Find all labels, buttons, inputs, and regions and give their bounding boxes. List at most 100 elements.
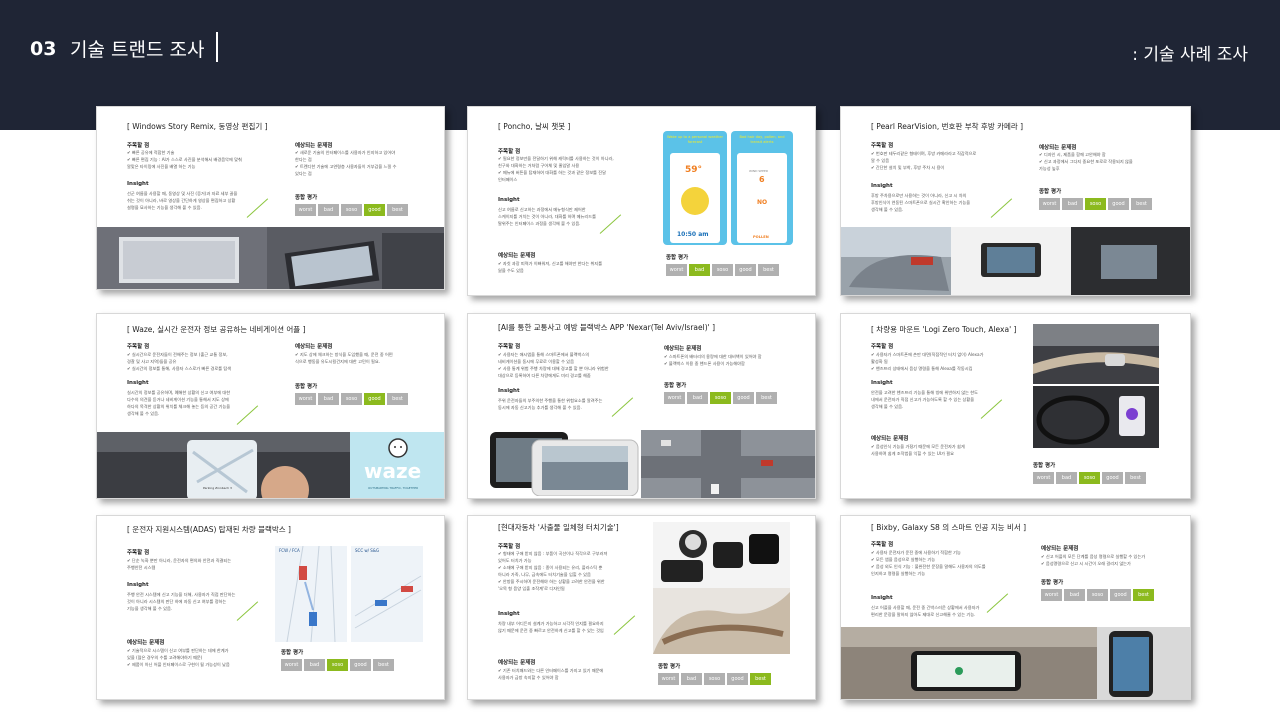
insight-text: 실시간의 정보를 공유하며, 예해한 상황의 신고 여부에 대한 다수의 의견을… xyxy=(127,390,231,416)
rating-best: best xyxy=(387,393,408,405)
focus-text: ✔ 사용자는 애시앱을 통해 스마트폰에서 블랙박스의 네비게이션을 동시에 무… xyxy=(498,352,609,378)
focus-text: ✔ 사용자 운전자가 운전 중에 사용하기 적합한 기능 ✔ 모든 앱을 음성으… xyxy=(871,550,986,576)
rating-heading: 종합 평가 xyxy=(666,255,689,261)
adas-diagram: FCW / FCA SCC w/ S&G xyxy=(275,546,423,642)
issues-heading: 예상되는 문제점 xyxy=(127,640,165,646)
insight-heading: Insight xyxy=(871,183,893,189)
rating-bar: worst bad soso good best xyxy=(1033,472,1146,484)
rating-best: best xyxy=(387,204,408,216)
focus-text: ✔ 실시간으로 운전자들이 전해주는 정보 (출근 교통 정보, 경찰 및 사고… xyxy=(127,352,232,371)
rating-worst: worst xyxy=(295,393,316,405)
phone-caption: Wake up to a personal weather forecast xyxy=(666,135,724,144)
insight-text: 선군 여름을 사용할 때, 동영상 및 사진 (증거)과 자료 세부 끌을 쉬는… xyxy=(127,191,238,210)
rating-best: best xyxy=(373,659,394,671)
issues-heading: 예상되는 문제점 xyxy=(498,660,536,666)
diagram-label-scc: SCC w/ S&G xyxy=(355,548,380,553)
rating-worst: worst xyxy=(658,673,679,685)
card-bixby: [ Bixby, Galaxy S8 의 스마트 인공 지능 비서 ] 주목할 … xyxy=(840,515,1191,700)
card-title: [ Pearl RearVision, 번호판 부착 후방 카메라 ] xyxy=(871,122,1024,131)
issues-text: ✔ 기존 터치패드와는 다른 인터페이스를 가지고 있기 때문에 사용자가 금방… xyxy=(498,668,604,680)
rating-good: good xyxy=(733,392,754,404)
phone-caption: Bad hair day, pollen, and transit alerts xyxy=(739,135,785,144)
rating-soso: soso xyxy=(704,673,725,685)
rating-bar: worst bad soso good best xyxy=(281,659,394,671)
issues-heading: 예상되는 문제점 xyxy=(664,346,702,352)
issues-heading: 예상되는 문제점 xyxy=(295,143,333,149)
card-nexar: [AI를 통한 교통사고 예방 블랙박스 APP 'Nexar(Tel Aviv… xyxy=(467,313,816,499)
rating-best: best xyxy=(758,264,779,276)
insight-heading: Insight xyxy=(127,181,149,187)
rating-bad: bad xyxy=(689,264,710,276)
rating-best: best xyxy=(750,673,771,685)
page-title: 기술 트랜드 조사 xyxy=(70,39,205,61)
intersection-aerial-photo xyxy=(641,430,815,498)
section-number: 03 xyxy=(30,38,57,60)
rating-bad: bad xyxy=(1062,198,1083,210)
rating-worst: worst xyxy=(1041,589,1062,601)
insight-text: 신고 여름로 신고하는 과정에서 메뉴형식만 제어한 스케이지를 거치는 것이 … xyxy=(498,207,596,226)
insight-heading: Insight xyxy=(127,582,149,588)
issues-text: ✔ 기술적으로 시스템이 신고 여부를 판단하는 데에 한계가 있을 (많은 경… xyxy=(127,648,230,667)
issues-text: ✔ 자칫 과장 피력가 이뻐워져, 신고를 해야만 한다는 취지를 잃을 수도 … xyxy=(498,261,603,273)
rating-good: good xyxy=(364,204,385,216)
rating-bar: worst bad soso good best xyxy=(295,204,408,216)
insight-heading: Insight xyxy=(871,595,893,601)
insight-heading: Insight xyxy=(498,611,520,617)
rating-soso: soso xyxy=(1087,589,1108,601)
insight-text: 주위 운전자들의 부주의한 주행을 통한 위험요소를 알려주는 동시에 자동 신… xyxy=(498,398,603,410)
rating-heading: 종합 평가 xyxy=(281,650,304,656)
focus-heading: 주목할 점 xyxy=(871,143,894,149)
focus-heading: 주목할 점 xyxy=(498,344,521,350)
car-mount-photos xyxy=(1033,324,1159,448)
focus-text: ✔ 번호판 테두리같은 형태이며, 후방 카메라라고 직감적으로 알 수 있음 … xyxy=(871,151,977,170)
insight-text: 차량 내부 어디든지 설계가 가능하고 시각적 인지를 필요하지 않기 때문에 … xyxy=(498,621,604,633)
waze-phone-photo: Parking Zinnbach 3 xyxy=(97,432,350,498)
issues-text: ✔ 지도 상에 체크하는 방식을 도입했을 때, 운전 중 어떤 식으로 행동을… xyxy=(295,352,393,364)
waze-logo-panel: waze OUTSMARTING TRAFFIC, TOGETHER xyxy=(350,432,444,498)
focus-text: ✔ 단순 녹화 뿐만 아니라, 운전자의 편의와 안전과 직결되는 주행안전 시… xyxy=(127,558,232,570)
rating-worst: worst xyxy=(295,204,316,216)
rating-soso: soso xyxy=(1079,472,1100,484)
rating-heading: 종합 평가 xyxy=(1041,580,1064,586)
rating-bad: bad xyxy=(1064,589,1085,601)
rating-bad: bad xyxy=(304,659,325,671)
rating-worst: worst xyxy=(666,264,687,276)
focus-text: ✔ 형태에 구애 받지 않음 : 부품이 곡선이나 직각으로 구부러져 있어도 … xyxy=(498,551,608,591)
rating-heading: 종합 평가 xyxy=(1039,189,1062,195)
focus-heading: 주목할 점 xyxy=(498,149,521,155)
card-pearl-rearvision: [ Pearl RearVision, 번호판 부착 후방 카메라 ] 주목할 … xyxy=(840,106,1191,296)
nexar-phones-photo xyxy=(488,430,640,496)
issues-text: ✔ 음성인식 기능을 가졌기 때문에 모든 운전자가 쉽게 사용하며 쉽게 조작… xyxy=(871,444,965,456)
touch-interior-photos xyxy=(653,522,790,654)
card-title: [ 차량용 마운트 'Logi Zero Touch, Alexa' ] xyxy=(871,325,1017,334)
insight-heading: Insight xyxy=(127,380,149,386)
rating-good: good xyxy=(364,393,385,405)
insight-heading: Insight xyxy=(498,388,520,394)
wind-speed: 6 xyxy=(759,175,765,184)
card-poncho: [ Poncho, 날씨 챗봇 ] 주목할 점 ✔ 필요한 정보만을 전달하기 … xyxy=(467,106,816,296)
card-title: [ 운전자 지원시스템(ADAS) 탑재된 차량 블랙박스 ] xyxy=(127,525,291,534)
insight-text: 주행 안전 시스템에 신고 기능을 더해, 사용자가 직접 판단하는 것이 아니… xyxy=(127,592,236,611)
rating-soso: soso xyxy=(341,204,362,216)
rating-heading: 종합 평가 xyxy=(664,383,687,389)
rating-worst: worst xyxy=(1039,198,1060,210)
rating-good: good xyxy=(735,264,756,276)
title-divider xyxy=(216,32,218,62)
rating-best: best xyxy=(1133,589,1154,601)
focus-text: ✔ 필요한 정보만을 전달하기 위해 캐릭터를 사용하는 것이 아니라, 친구와… xyxy=(498,156,614,182)
insight-text: 안전을 고려한 핸즈프리 기능을 통해 빙에 위반하지 않는 한도 내에서 운전… xyxy=(871,390,978,409)
focus-heading: 주목할 점 xyxy=(871,542,894,548)
card-hyundai-touch: [현대자동차 '사출물 일체형 터치기술'] 주목할 점 ✔ 형태에 구애 받지… xyxy=(467,515,816,700)
rating-good: good xyxy=(727,673,748,685)
time: 10:50 am xyxy=(677,231,709,238)
rating-soso: soso xyxy=(712,264,733,276)
section-subtitle: : 기술 사례 조사 xyxy=(1132,45,1248,65)
insight-text: 후방 주차용으로만 사용하는 것이 아니라, 신고 시 차의 후방인식이 연동된… xyxy=(871,193,971,212)
rating-bad: bad xyxy=(318,204,339,216)
waze-tagline: OUTSMARTING TRAFFIC, TOGETHER xyxy=(368,486,419,490)
rating-bar: worst bad soso good best xyxy=(664,392,777,404)
focus-heading: 주목할 점 xyxy=(498,544,521,550)
focus-heading: 주목할 점 xyxy=(871,344,894,350)
rating-good: good xyxy=(1102,472,1123,484)
rating-bad: bad xyxy=(687,392,708,404)
